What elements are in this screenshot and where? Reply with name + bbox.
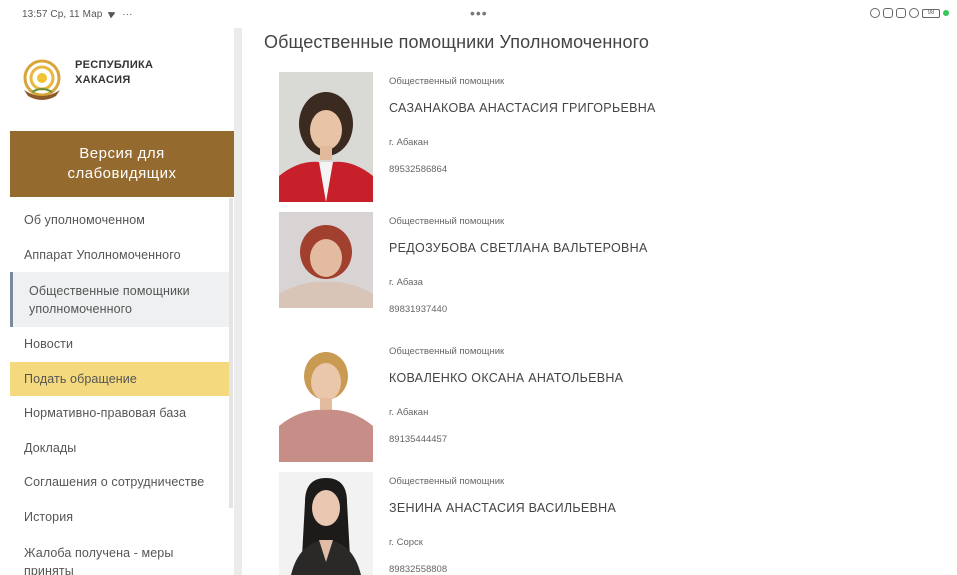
status-time-date: 13:57 Ср, 11 Мар ··· [22,8,133,20]
sidebar-item-label-line1: Общественные помощники [29,283,190,298]
sidebar-item-staff[interactable]: Аппарат Уполномоченного [10,238,230,273]
sidebar-item-label-line1: Жалоба получена - меры [24,545,174,560]
assistant-photo[interactable] [279,342,373,462]
battery-icon: 98 [922,8,940,18]
low-vision-label-line2: слабовидящих [67,165,177,182]
status-time: 13:57 Ср, 11 Мар [22,9,103,20]
sidebar-item-history[interactable]: История [10,500,230,535]
sidebar-item-label-line2: приняты [24,563,74,575]
person-photo-icon [279,212,373,308]
person-photo-icon [279,472,373,575]
low-vision-label-line1: Версия для [79,145,165,162]
assistant-name: САЗАНАКОВА АНАСТАСИЯ ГРИГОРЬЕВНА [389,101,656,115]
assistant-photo[interactable] [279,472,373,575]
sidebar-item-complaint-resolved[interactable]: Жалоба получена - меры приняты [10,534,230,575]
assistant-phone[interactable]: 89532586864 [389,164,447,175]
person-photo-icon [279,342,373,462]
assistant-role: Общественный помощник [389,216,505,227]
assistant-card: Общественный помощник КОВАЛЕНКО ОКСАНА А… [279,342,939,472]
status-bar: 13:57 Ср, 11 Мар ··· ••• 98 [0,0,957,28]
sidebar-item-label-line2: уполномоченного [29,301,133,316]
active-indicator-dot [943,10,949,16]
sidebar-item-label: Новости [24,337,74,352]
assistant-photo[interactable] [279,72,373,202]
sidebar-item-agreements[interactable]: Соглашения о сотрудничестве [10,465,230,500]
sidebar-item-label: Подать обращение [24,371,137,386]
telegram-icon [108,8,119,19]
sidebar-item-legal-base[interactable]: Нормативно-правовая база [10,396,230,431]
sidebar-item-label: Об уполномоченном [24,213,145,228]
wifi-icon [909,8,919,18]
assistant-name: РЕДОЗУБОВА СВЕТЛАНА ВАЛЬТЕРОВНА [389,241,648,255]
sidebar-scrollbar[interactable] [229,198,233,508]
assistant-phone[interactable]: 89831937440 [389,304,447,315]
assistant-phone[interactable]: 89832558808 [389,564,447,575]
more-notifications-icon: ··· [122,9,133,20]
sidebar-nav: Об уполномоченном Аппарат Уполномоченног… [10,203,230,575]
sidebar-item-label: Аппарат Уполномоченного [24,247,181,262]
assistant-city: г. Абаза [389,277,423,288]
republic-name-line1: РЕСПУБЛИКА [75,59,154,71]
assistant-name: ЗЕНИНА АНАСТАСИЯ ВАСИЛЬЕВНА [389,501,617,515]
assistant-card: Общественный помощник ЗЕНИНА АНАСТАСИЯ В… [279,472,939,575]
sidebar-item-about[interactable]: Об уполномоченном [10,203,230,238]
person-photo-icon [279,72,373,202]
sidebar: РЕСПУБЛИКА ХАКАСИЯ Версия для слабовидящ… [0,28,234,575]
assistant-card: Общественный помощник РЕДОЗУБОВА СВЕТЛАН… [279,212,939,342]
moon-icon [870,8,880,18]
assistant-name: КОВАЛЕНКО ОКСАНА АНАТОЛЬЕВНА [389,371,624,385]
sidebar-item-submit-appeal[interactable]: Подать обращение [10,361,230,396]
main-content: Общественные помощники Уполномоченного О… [264,28,954,575]
sidebar-item-label: Доклады [24,440,77,455]
low-vision-version-button[interactable]: Версия для слабовидящих [10,131,234,197]
sidebar-item-label: История [24,509,74,524]
mute-icon [883,8,893,18]
assistant-role: Общественный помощник [389,476,505,487]
republic-logo[interactable] [18,56,66,104]
page-title: Общественные помощники Уполномоченного [264,32,649,52]
republic-name[interactable]: РЕСПУБЛИКА ХАКАСИЯ [75,58,153,88]
assistant-role: Общественный помощник [389,76,505,87]
screen-icon [896,8,906,18]
sidebar-item-reports[interactable]: Доклады [10,431,230,466]
sidebar-item-public-assistants[interactable]: Общественные помощники уполномоченного [10,272,230,327]
sidebar-item-label: Нормативно-правовая база [24,406,187,421]
assistant-phone[interactable]: 89135444457 [389,434,447,445]
assistant-photo[interactable] [279,212,373,308]
assistant-city: г. Абакан [389,137,429,148]
assistant-city: г. Абакан [389,407,429,418]
assistant-card: Общественный помощник САЗАНАКОВА АНАСТАС… [279,72,939,202]
republic-name-line2: ХАКАСИЯ [75,74,131,86]
khakassia-emblem-icon [23,59,61,100]
assistant-city: г. Сорск [389,537,423,548]
sidebar-item-label: Соглашения о сотрудничестве [24,475,205,490]
multitask-dots-icon[interactable]: ••• [470,5,488,21]
sidebar-divider [234,28,242,575]
sidebar-item-news[interactable]: Новости [10,327,230,362]
assistant-role: Общественный помощник [389,346,505,357]
status-icons: 98 [870,8,949,18]
